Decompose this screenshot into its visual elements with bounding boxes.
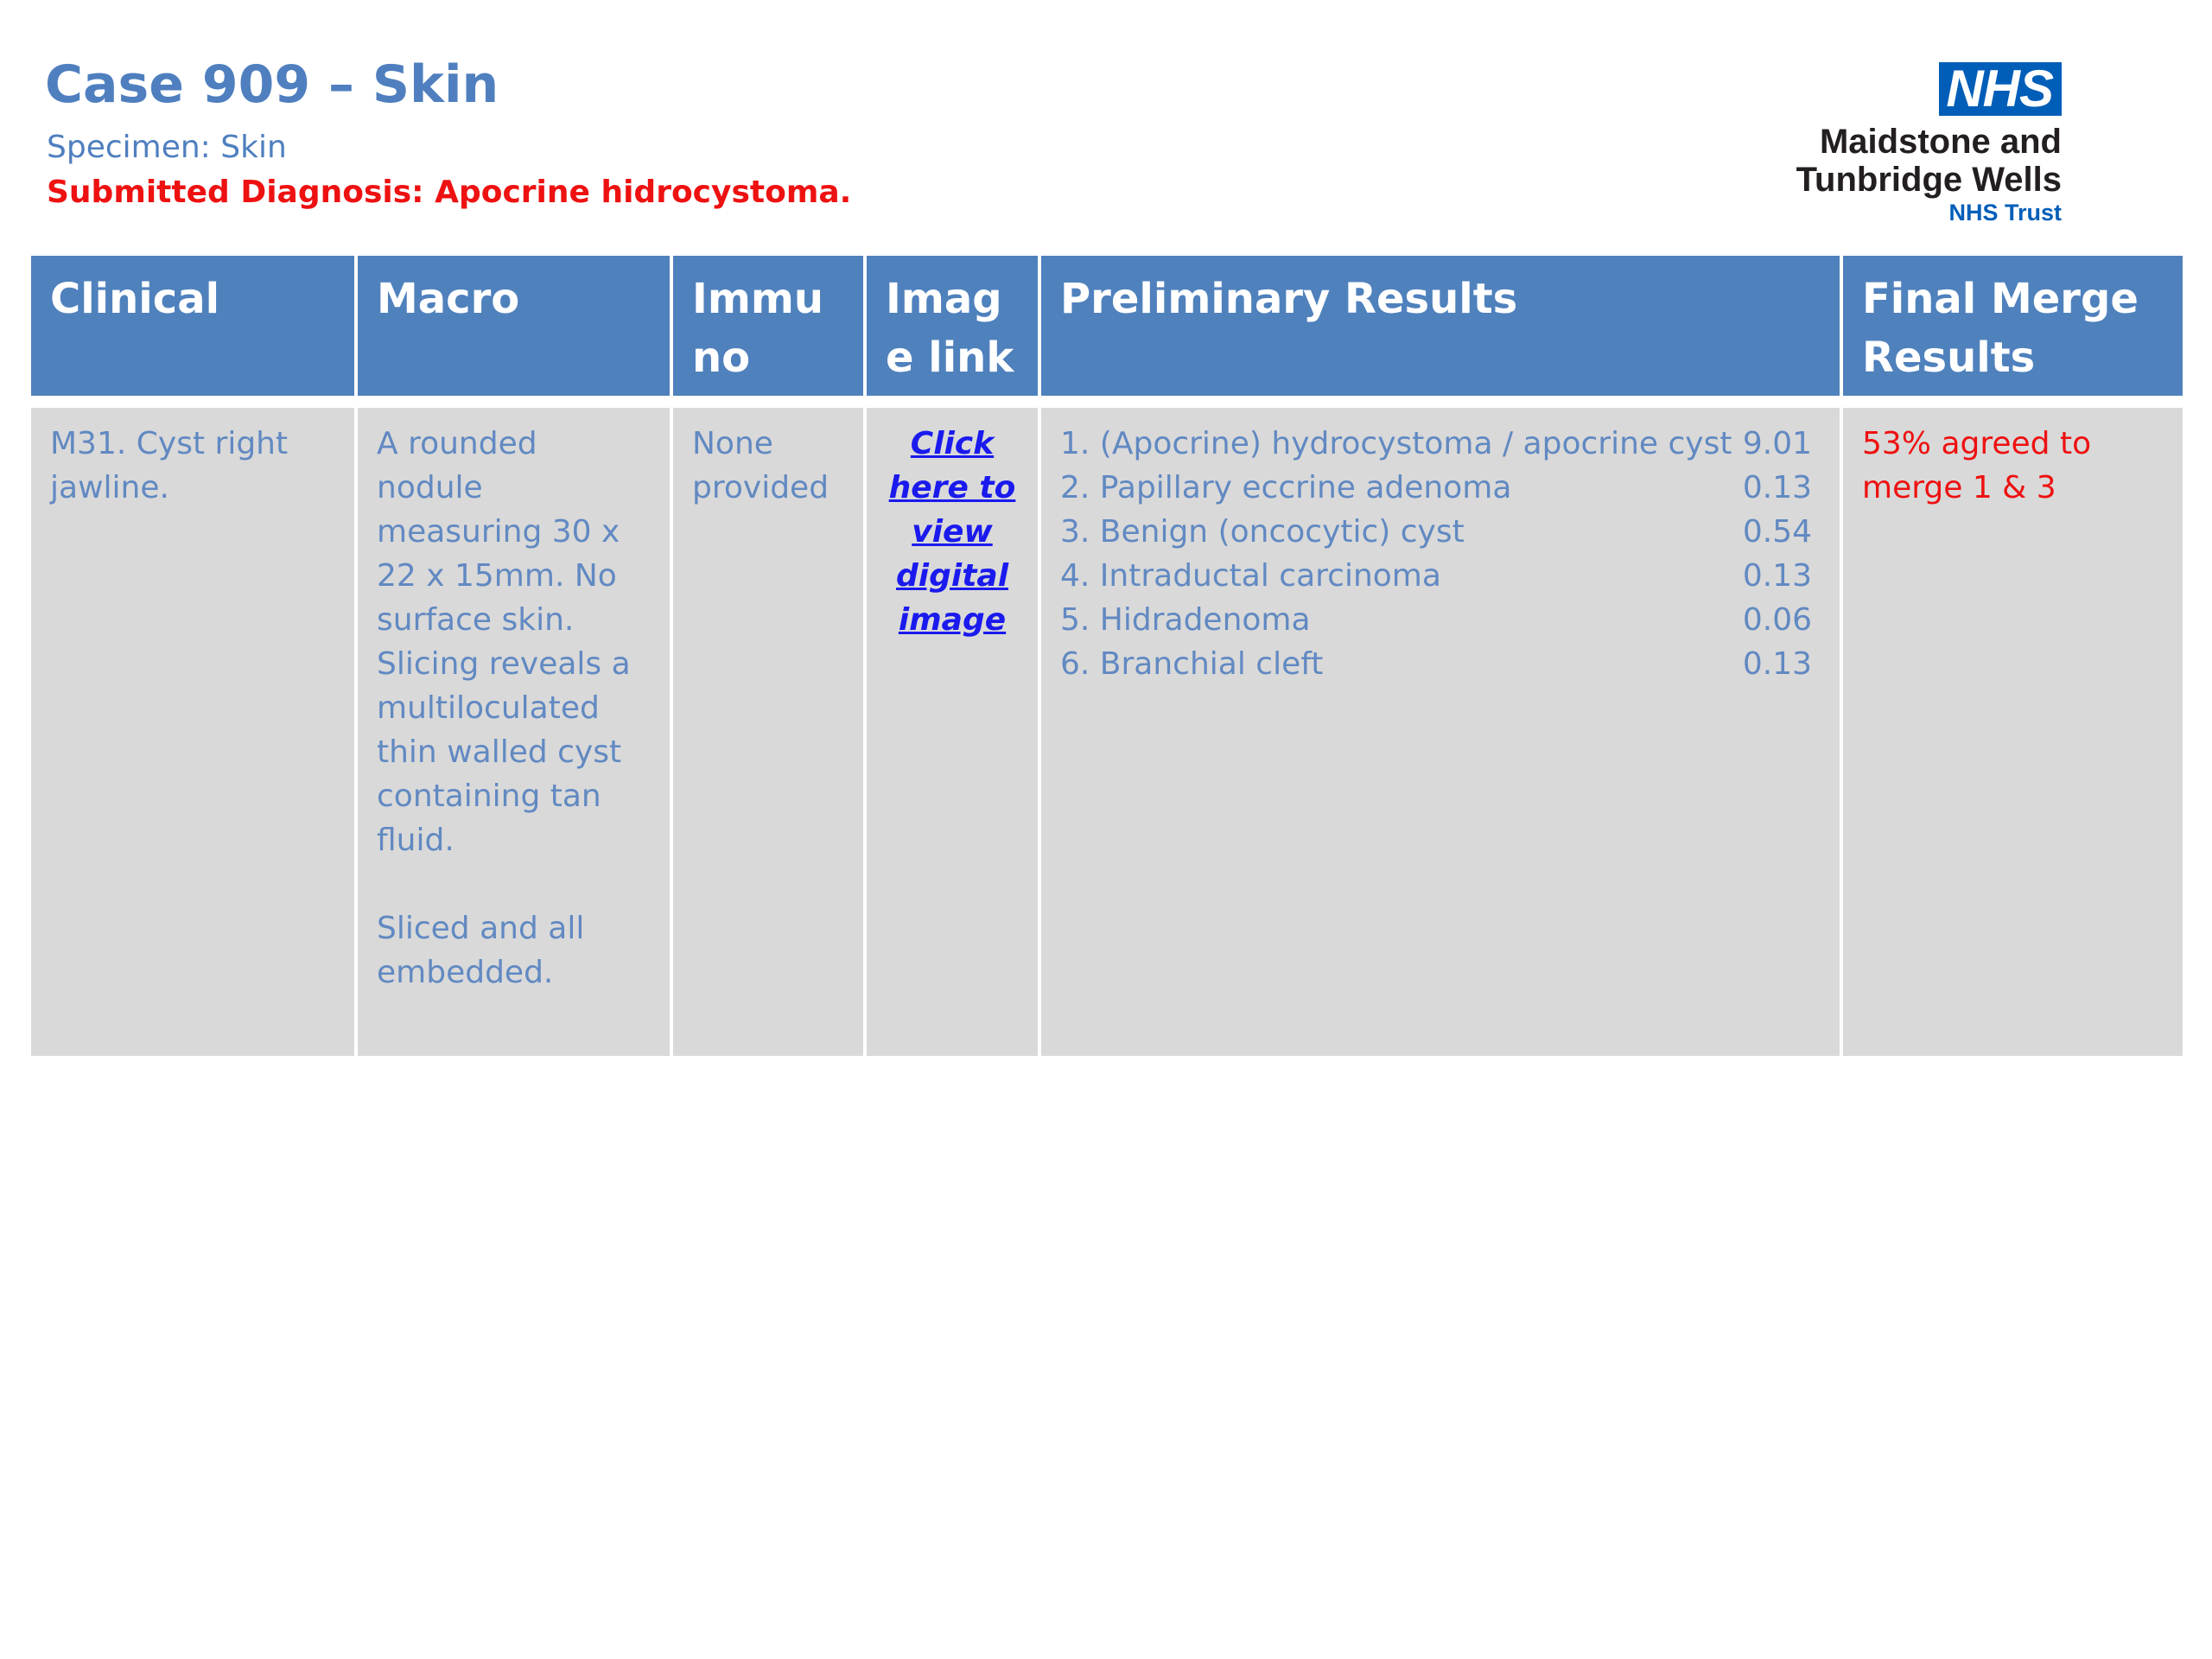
result-label: 6. Branchial cleft [1060,646,1324,682]
trust-label: NHS Trust [1948,200,2062,226]
result-row: 4. Intraductal carcinoma 0.13 [1060,554,1821,598]
result-label: 5. Hidradenoma [1060,602,1311,638]
cell-final-merge-results: 53% agreed to merge 1 & 3 [1843,408,2183,1056]
immuno-text: None provided [692,426,830,505]
cell-immuno: None provided [673,408,867,1056]
cell-macro: A rounded nodule measuring 30 x 22 x 15m… [358,408,673,1056]
header-preliminary-results: Preliminary Results [1041,256,1843,408]
trust-name-line2: Tunbridge Wells [1796,161,2062,199]
trust-name-line1: Maidstone and [1819,123,2062,161]
clinical-text: M31. Cyst right jawline. [50,426,289,505]
result-row: 5. Hidradenoma 0.06 [1060,598,1821,642]
submitted-diagnosis: Submitted Diagnosis: Apocrine hidrocysto… [47,175,852,210]
header-macro: Macro [358,256,673,408]
nhs-trust-logo: NHS Maidstone and Tunbridge Wells NHS Tr… [1699,62,2062,226]
result-label: 3. Benign (oncocytic) cyst [1060,514,1465,550]
digital-image-link[interactable]: Click here to view digital image [886,422,1019,642]
header-image-link: Image link [867,256,1041,408]
result-label: 2. Papillary eccrine adenoma [1060,470,1512,505]
table-header-row: Clinical Macro Immuno Image link Prelimi… [31,256,2183,408]
page-title: Case 909 – Skin [45,54,499,115]
final-merge-text: 53% agreed to merge 1 & 3 [1862,426,2092,505]
table-row: M31. Cyst right jawline. A rounded nodul… [31,408,2183,1056]
result-label: 1. (Apocrine) hydrocystoma / apocrine cy… [1060,426,1732,461]
result-score: 0.13 [1742,470,1812,505]
cell-preliminary-results: 1. (Apocrine) hydrocystoma / apocrine cy… [1041,408,1843,1056]
result-score: 0.13 [1742,558,1812,594]
result-row: 3. Benign (oncocytic) cyst 0.54 [1060,510,1821,554]
specimen-label: Specimen: Skin [47,130,287,165]
header-clinical: Clinical [31,256,358,408]
trust-name: Maidstone and Tunbridge Wells [1699,123,2062,199]
result-row: 6. Branchial cleft 0.13 [1060,642,1821,686]
result-row: 1. (Apocrine) hydrocystoma / apocrine cy… [1060,422,1821,466]
result-score: 9.01 [1742,426,1812,461]
result-label: 4. Intraductal carcinoma [1060,558,1441,594]
cell-image-link: Click here to view digital image [867,408,1041,1056]
macro-description: A rounded nodule measuring 30 x 22 x 15m… [377,426,631,858]
header-final-merge-results: Final Merge Results [1843,256,2183,408]
result-row: 2. Papillary eccrine adenoma 0.13 [1060,466,1821,510]
cell-clinical: M31. Cyst right jawline. [31,408,358,1056]
case-table: Clinical Macro Immuno Image link Prelimi… [31,256,2183,1056]
nhs-badge: NHS [1939,62,2062,116]
result-score: 0.54 [1742,514,1812,550]
macro-embedding-note: Sliced and all embedded. [377,911,585,990]
result-score: 0.06 [1742,602,1812,638]
result-score: 0.13 [1742,646,1812,682]
header-immuno: Immuno [673,256,867,408]
